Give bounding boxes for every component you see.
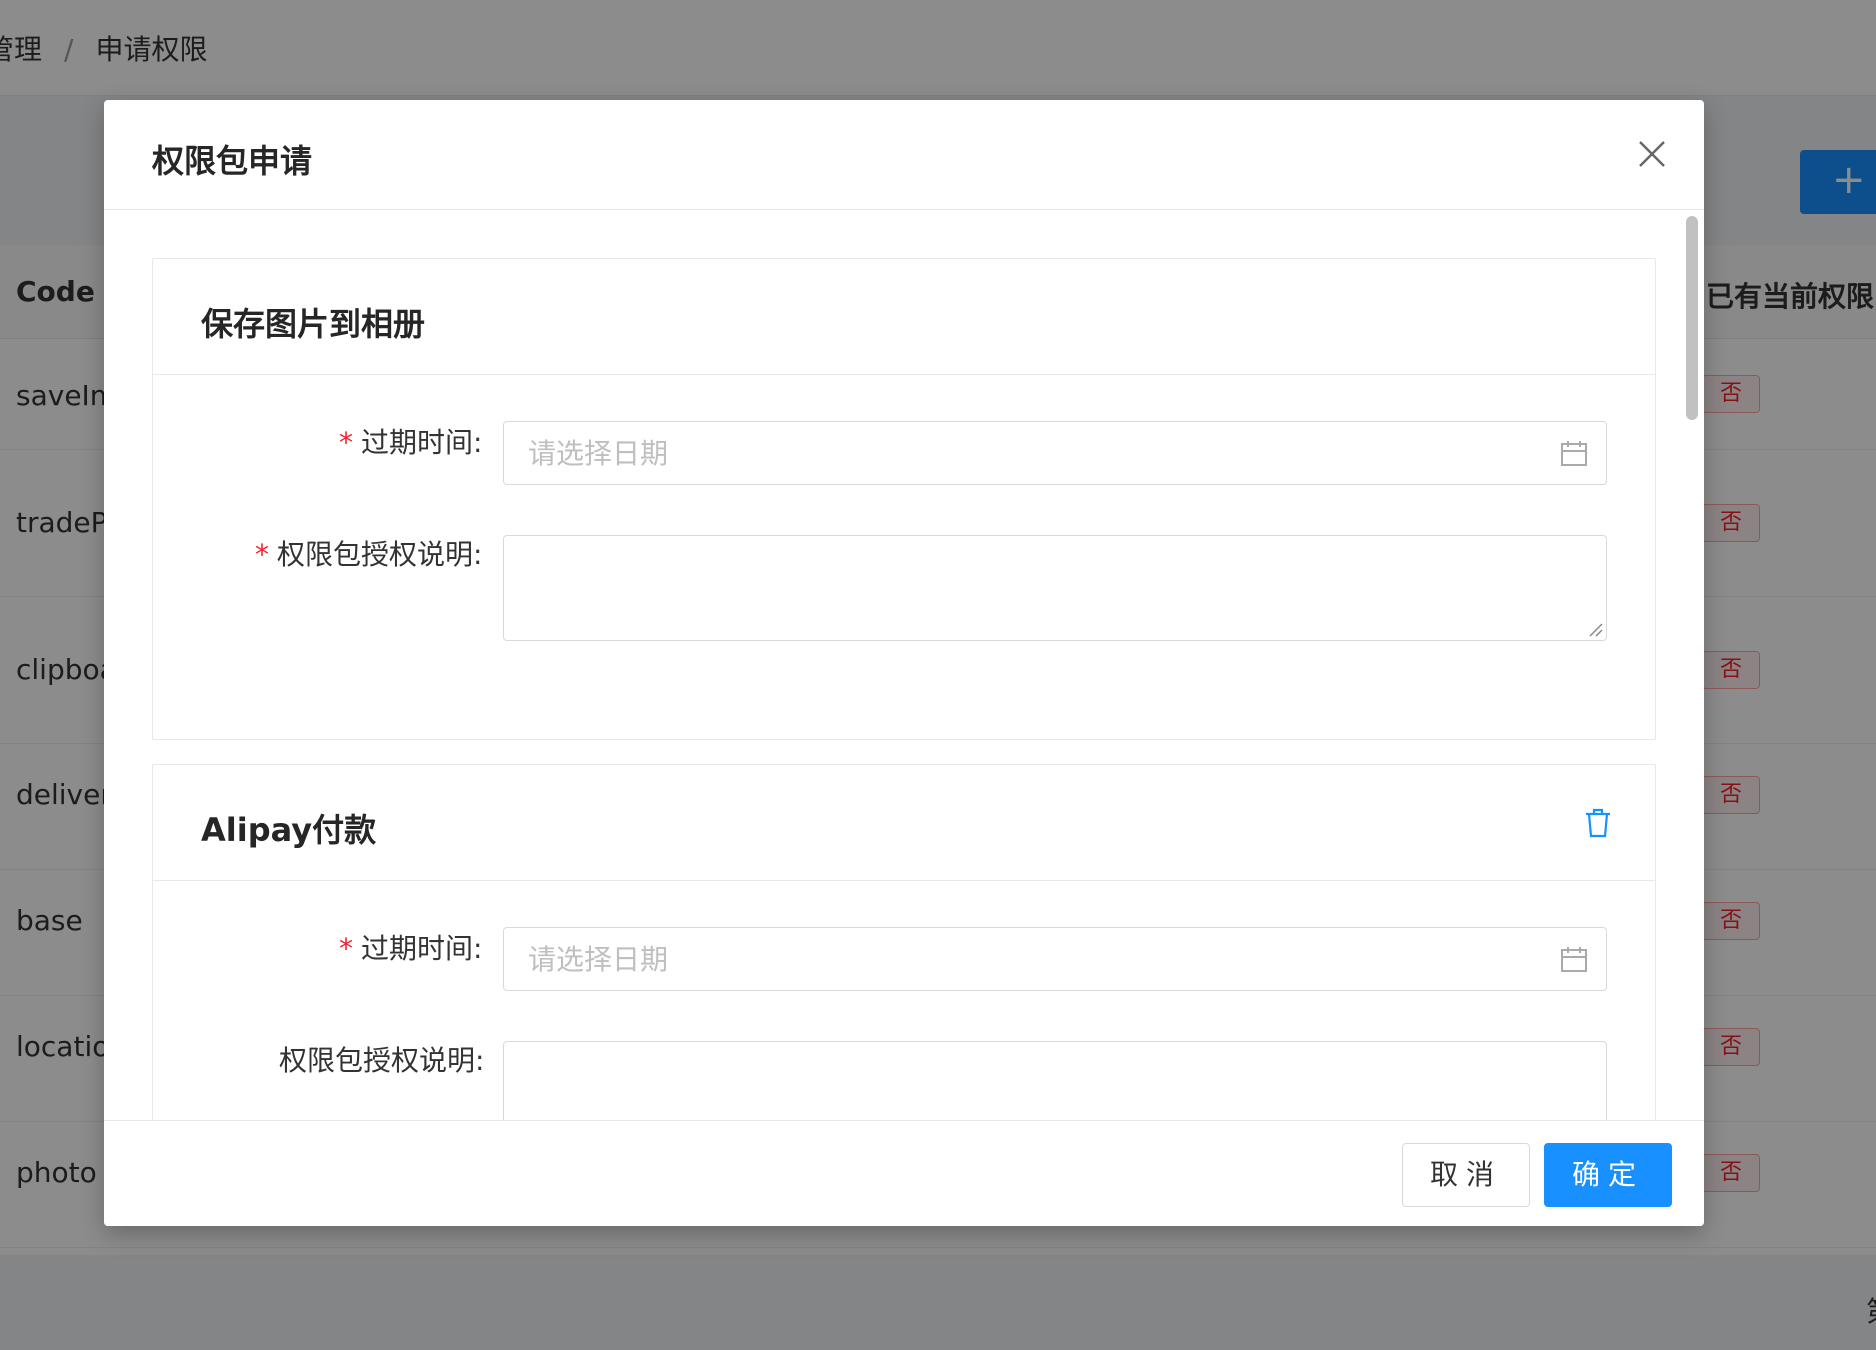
permission-section-card: 保存图片到相册 *过期时间: *权限包授权说明:: [152, 258, 1656, 740]
grant-description-label-text: 权限包授权说明:: [279, 1044, 485, 1077]
modal-footer: 取消 确定: [104, 1120, 1704, 1226]
grant-description-label: 权限包授权说明:: [279, 1039, 484, 1079]
trash-icon[interactable]: [1583, 807, 1613, 839]
expire-time-label: * 过期时间:: [339, 927, 482, 967]
grant-description-label: * 权限包授权说明:: [255, 533, 482, 573]
expire-date-input[interactable]: [504, 422, 1544, 484]
expire-time-label-text: 过期时间:: [361, 426, 483, 459]
confirm-button[interactable]: 确定: [1544, 1143, 1672, 1207]
permission-package-modal: 权限包申请 保存图片到相册 * 过期时间: 请选择日期 * 权限包授权说明: A…: [104, 100, 1704, 1226]
calendar-icon: [1561, 947, 1587, 972]
modal-title: 权限包申请: [152, 142, 313, 180]
section-title: 保存图片到相册: [201, 305, 426, 343]
required-mark: *: [339, 932, 353, 965]
section-header: Alipay付款: [153, 765, 1655, 881]
expire-date-picker[interactable]: [503, 421, 1607, 485]
expire-date-input[interactable]: [504, 928, 1544, 990]
cancel-button[interactable]: 取消: [1402, 1143, 1530, 1207]
grant-description-textarea[interactable]: [503, 1041, 1607, 1120]
expire-time-label-text: 过期时间:: [361, 932, 483, 965]
grant-description-label-text: 权限包授权说明:: [277, 538, 483, 571]
required-mark: *: [255, 538, 269, 571]
expire-time-label: * 过期时间:: [339, 421, 482, 461]
resize-handle-icon[interactable]: [1586, 620, 1604, 638]
close-icon[interactable]: [1634, 136, 1670, 172]
permission-section-card: Alipay付款 *过期时间: 权限: [152, 764, 1656, 1120]
calendar-icon: [1561, 441, 1587, 466]
modal-scrollbar[interactable]: [1686, 216, 1698, 420]
section-header: 保存图片到相册: [153, 259, 1655, 375]
section-title: Alipay付款: [201, 811, 377, 849]
modal-body: 保存图片到相册 *过期时间: *权限包授权说明:: [104, 210, 1704, 1120]
expire-date-picker[interactable]: [503, 927, 1607, 991]
grant-description-input[interactable]: [504, 1042, 1606, 1120]
required-mark: *: [339, 426, 353, 459]
grant-description-input[interactable]: [504, 536, 1606, 640]
modal-header: 权限包申请: [104, 100, 1704, 210]
grant-description-textarea[interactable]: [503, 535, 1607, 641]
